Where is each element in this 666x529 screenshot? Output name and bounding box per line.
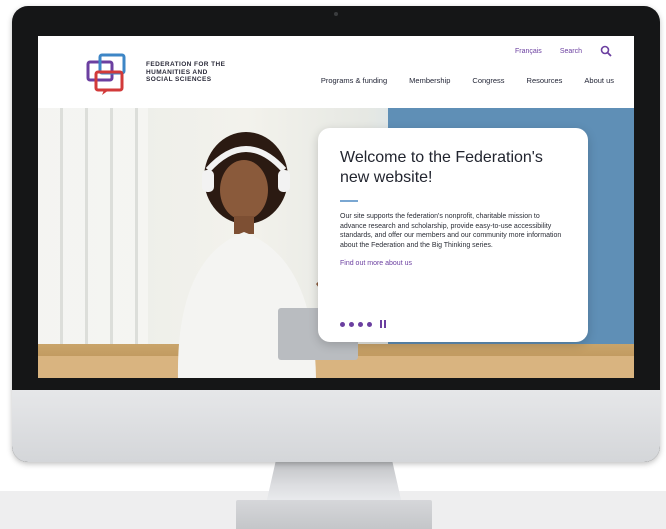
hero-title: Welcome to the Federation's new website! xyxy=(340,149,543,186)
nav-item-about[interactable]: About us xyxy=(584,76,614,85)
carousel-dot[interactable] xyxy=(367,321,372,327)
monitor: FEDERATION FOR THE HUMANITIES AND SOCIAL… xyxy=(12,6,660,462)
hero-cta-link[interactable]: Find out more about us xyxy=(340,260,568,267)
nav-item-programs[interactable]: Programs & funding xyxy=(321,76,387,85)
federation-logo[interactable]: FEDERATION FOR THE HUMANITIES AND SOCIAL… xyxy=(84,52,244,96)
hero-window-photo xyxy=(38,108,148,378)
logo-line-2: HUMANITIES AND xyxy=(146,68,208,76)
monitor-stand-base xyxy=(236,500,432,529)
title-divider xyxy=(340,200,358,202)
search-link[interactable]: Search xyxy=(560,48,582,55)
utility-nav: Français Search xyxy=(515,44,612,58)
hero-card: Welcome to the Federation's new website!… xyxy=(318,128,588,342)
site-header: FEDERATION FOR THE HUMANITIES AND SOCIAL… xyxy=(38,36,634,108)
scene: FEDERATION FOR THE HUMANITIES AND SOCIAL… xyxy=(0,0,666,529)
nav-item-congress[interactable]: Congress xyxy=(472,76,504,85)
hero-body-text: Our site supports the federation's nonpr… xyxy=(340,213,562,249)
main-nav: Programs & funding Membership Congress R… xyxy=(321,76,614,85)
carousel-dot[interactable] xyxy=(358,321,363,327)
logo-wordmark: FEDERATION FOR THE HUMANITIES AND SOCIAL… xyxy=(146,61,242,84)
carousel-dot[interactable] xyxy=(349,321,354,327)
search-icon[interactable] xyxy=(600,45,612,57)
nav-item-membership[interactable]: Membership xyxy=(409,76,450,85)
speech-bubbles-icon xyxy=(86,53,126,95)
hero-banner: Welcome to the Federation's new website!… xyxy=(38,108,634,378)
monitor-stand xyxy=(266,456,402,504)
camera-icon xyxy=(334,12,338,16)
logo-line-1: FEDERATION FOR THE xyxy=(146,61,226,68)
carousel-controls xyxy=(340,320,387,328)
pause-icon[interactable] xyxy=(380,320,387,328)
monitor-chin xyxy=(12,390,660,462)
website-screen: FEDERATION FOR THE HUMANITIES AND SOCIAL… xyxy=(38,36,634,378)
language-link[interactable]: Français xyxy=(515,48,542,55)
logo-line-3: SOCIAL SCIENCES xyxy=(146,76,212,83)
nav-item-resources[interactable]: Resources xyxy=(527,76,563,85)
carousel-dot[interactable] xyxy=(340,321,345,327)
